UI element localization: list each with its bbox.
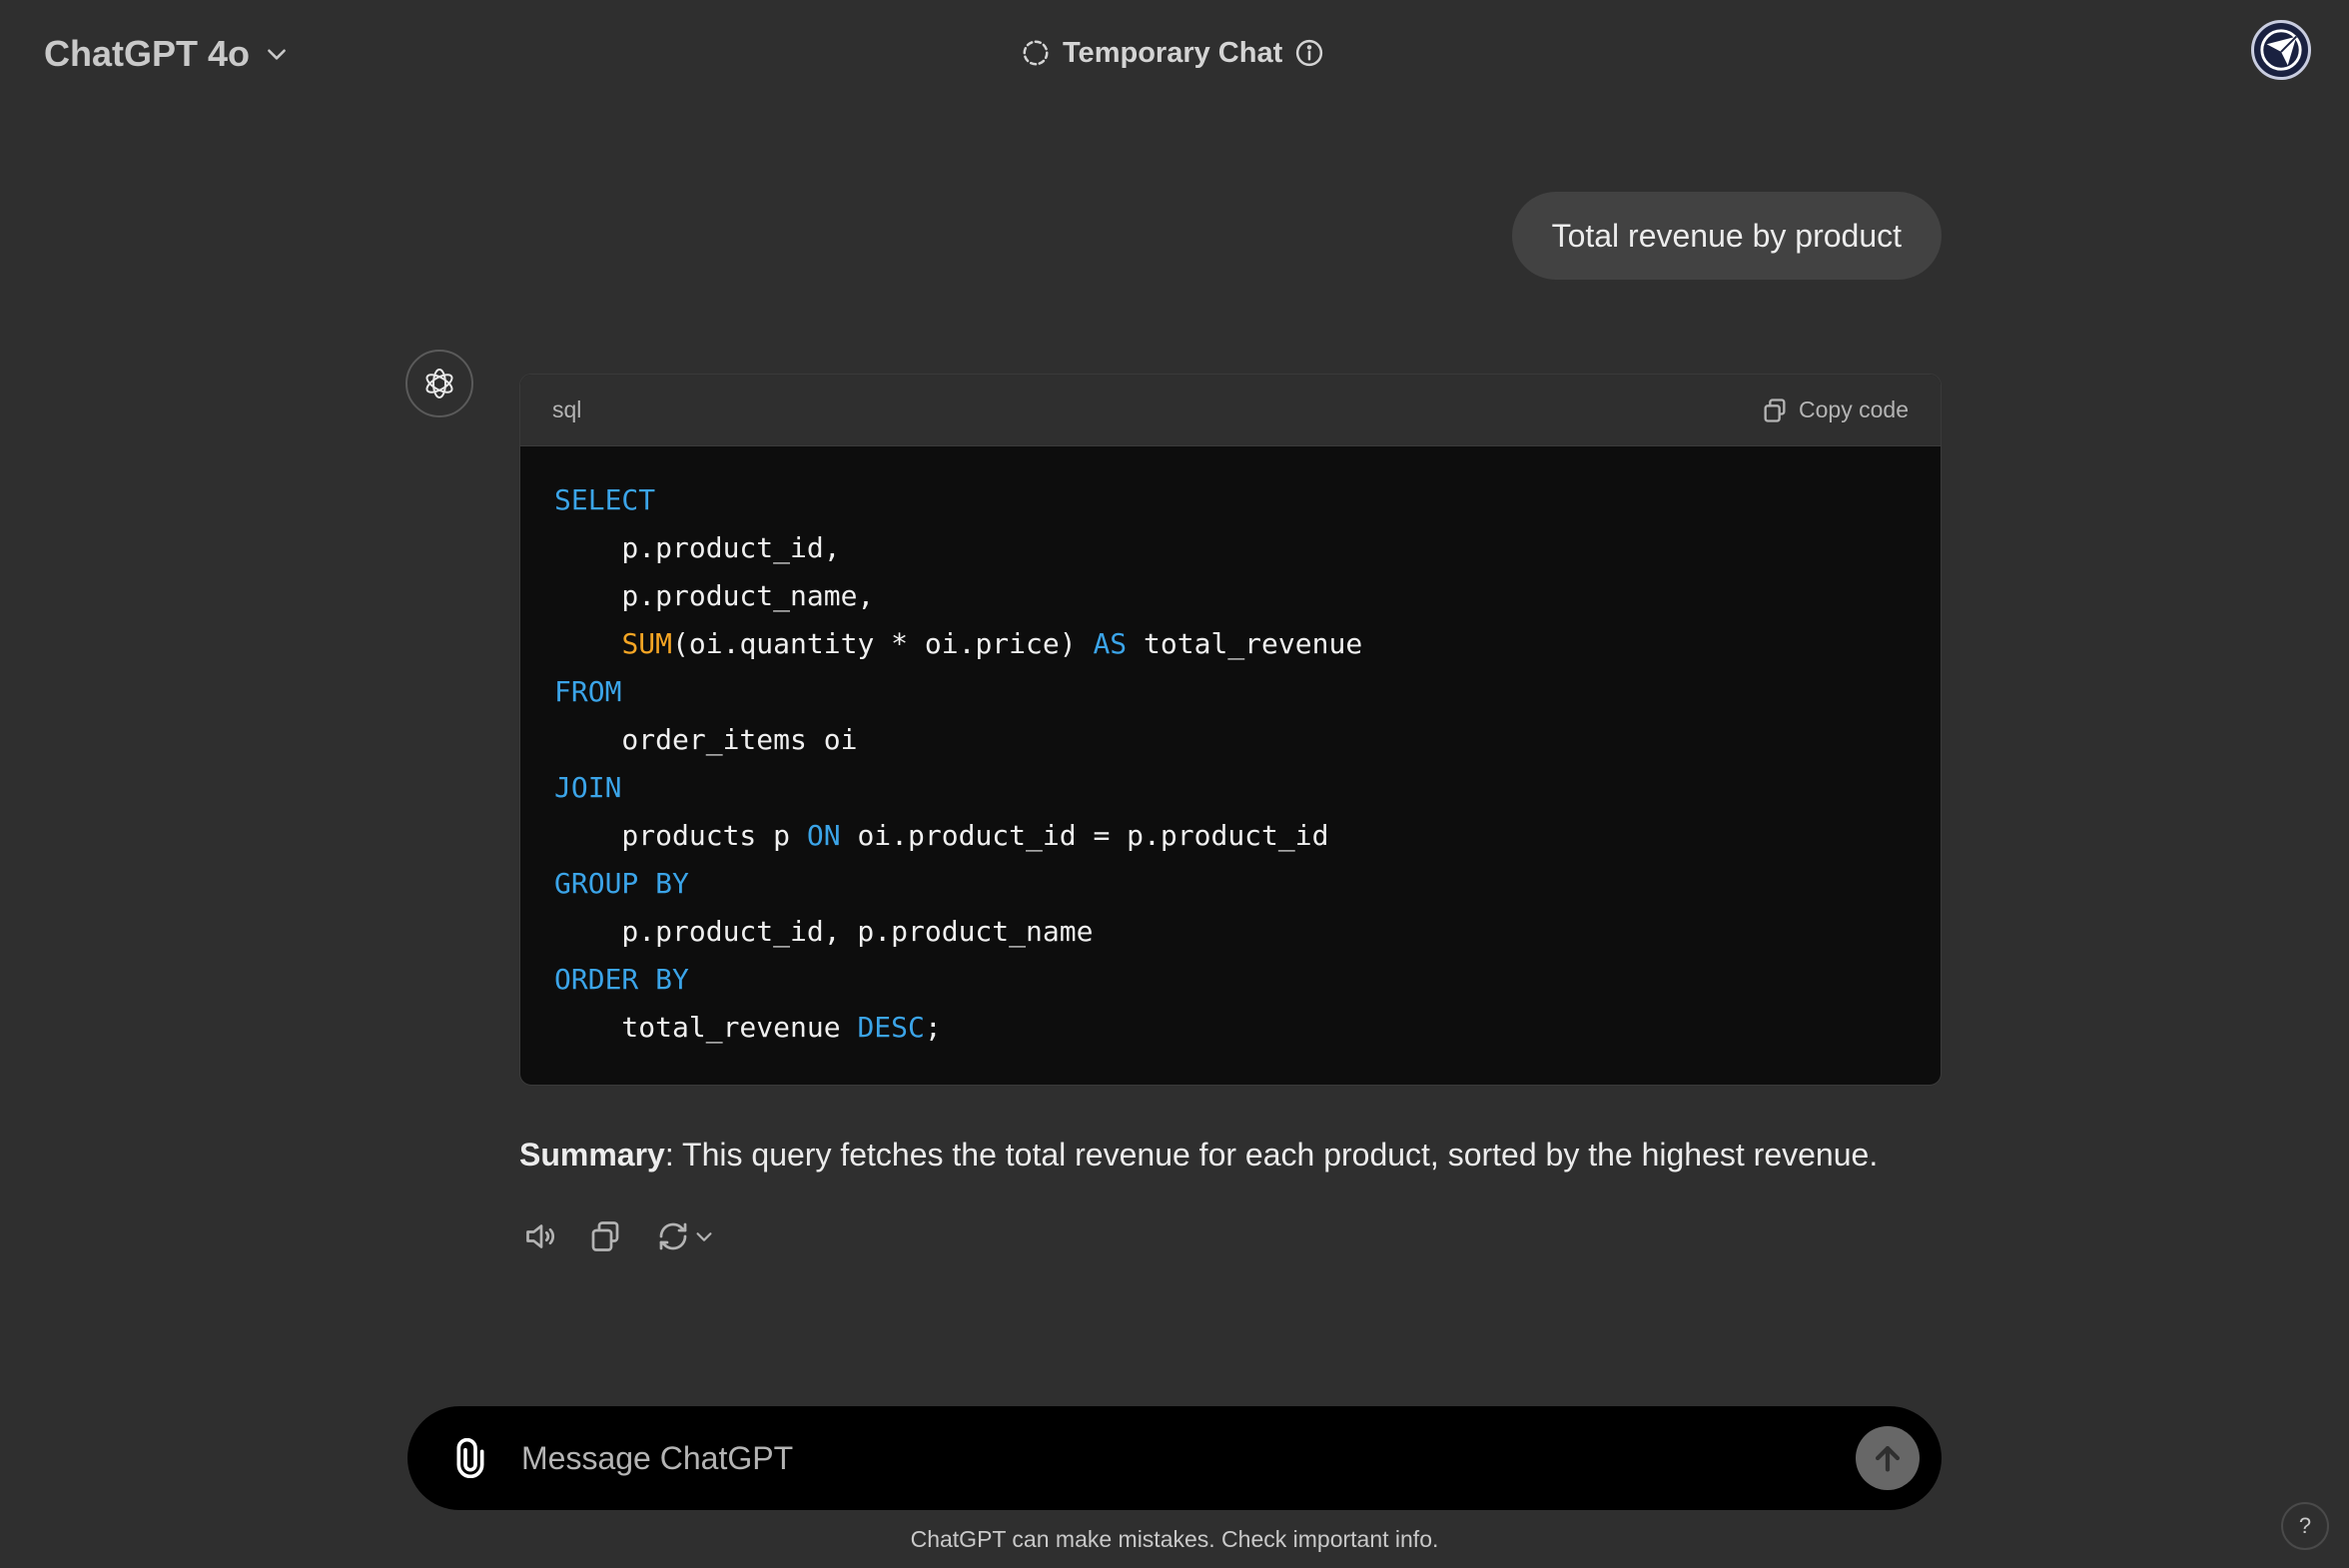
code-keyword: SELECT (554, 483, 656, 516)
attach-button[interactable] (445, 1433, 495, 1483)
code-block: sql Copy code SELECT p.product_id, p.pro… (519, 374, 1942, 1086)
code-keyword: JOIN (554, 771, 622, 804)
code-text: total_revenue (1127, 627, 1363, 660)
temporary-chat-label: Temporary Chat (1063, 36, 1283, 69)
message-actions (519, 1214, 723, 1258)
regenerate-button[interactable] (647, 1214, 723, 1258)
code-text: (oi.quantity * oi.price) (672, 627, 1094, 660)
code-line: SUM(oi.quantity * oi.price) AS total_rev… (554, 620, 1907, 668)
code-text: ; (924, 1011, 942, 1044)
profile-avatar[interactable] (2251, 20, 2311, 80)
assistant-avatar (405, 350, 473, 417)
message-input[interactable] (521, 1439, 1856, 1477)
code-block-header: sql Copy code (520, 375, 1941, 446)
code-keyword: GROUP BY (554, 867, 689, 900)
copy-icon (591, 1221, 619, 1251)
refresh-icon (659, 1222, 687, 1250)
speaker-icon (526, 1224, 555, 1248)
code-line: products p ON oi.product_id = p.product_… (554, 812, 1907, 860)
code-line: SELECT (554, 476, 1907, 524)
model-switcher[interactable]: ChatGPT 4o (44, 30, 290, 78)
dashed-circle-icon (1023, 40, 1049, 66)
copy-icon (1764, 397, 1786, 422)
code-text: p.product_id, (554, 531, 841, 564)
disclaimer: ChatGPT can make mistakes. Check importa… (910, 1526, 1439, 1552)
copy-message-button[interactable] (583, 1214, 627, 1258)
assistant-summary: Summary: This query fetches the total re… (519, 1131, 1958, 1178)
copy-code-label: Copy code (1799, 396, 1909, 422)
code-keyword: FROM (554, 675, 622, 708)
paperclip-icon (456, 1438, 484, 1478)
code-line: JOIN (554, 764, 1907, 812)
code-text: total_revenue (554, 1011, 858, 1044)
help-button[interactable]: ? (2281, 1502, 2329, 1550)
code-keyword: DESC (857, 1011, 925, 1044)
openai-logo-icon (425, 369, 453, 398)
info-icon[interactable] (1294, 38, 1324, 68)
code-line: FROM (554, 668, 1907, 716)
code-keyword: AS (1093, 627, 1128, 660)
code-line: p.product_name, (554, 572, 1907, 620)
code-keyword: ON (806, 819, 841, 852)
code-line: order_items oi (554, 716, 1907, 764)
code-language-label: sql (552, 396, 582, 422)
copy-code-button[interactable]: Copy code (1761, 396, 1909, 424)
code-keyword: ORDER BY (554, 963, 689, 996)
code-text: order_items oi (554, 723, 858, 756)
chevron-down-icon (696, 1232, 712, 1241)
code-line: GROUP BY (554, 860, 1907, 908)
temporary-chat-indicator: Temporary Chat (1021, 30, 1324, 76)
code-text: p.product_id, p.product_name (554, 915, 1094, 948)
user-message-text: Total revenue by product (1551, 217, 1902, 254)
code-function: SUM (621, 627, 673, 660)
top-bar: ChatGPT 4o Temporary Chat (0, 0, 2349, 110)
code-text: products p (554, 819, 807, 852)
send-button[interactable] (1856, 1426, 1920, 1490)
code-line: ORDER BY (554, 956, 1907, 1004)
arrow-up-icon (1875, 1445, 1901, 1472)
code-line: p.product_id, p.product_name (554, 908, 1907, 956)
summary-text: : This query fetches the total revenue f… (664, 1137, 1879, 1173)
message-composer (407, 1406, 1942, 1510)
chevron-down-icon (268, 49, 286, 60)
code-text: oi.product_id = p.product_id (840, 819, 1329, 852)
code-content: SELECT p.product_id, p.product_name, SUM… (520, 446, 1941, 1082)
code-text: p.product_name, (554, 579, 875, 612)
user-message: Total revenue by product (1511, 192, 1942, 280)
code-line: total_revenue DESC; (554, 1004, 1907, 1052)
summary-label: Summary (519, 1137, 665, 1173)
code-line: p.product_id, (554, 524, 1907, 572)
model-label: ChatGPT 4o (44, 33, 251, 74)
read-aloud-button[interactable] (519, 1214, 563, 1258)
profile-avatar-icon (2260, 29, 2302, 71)
